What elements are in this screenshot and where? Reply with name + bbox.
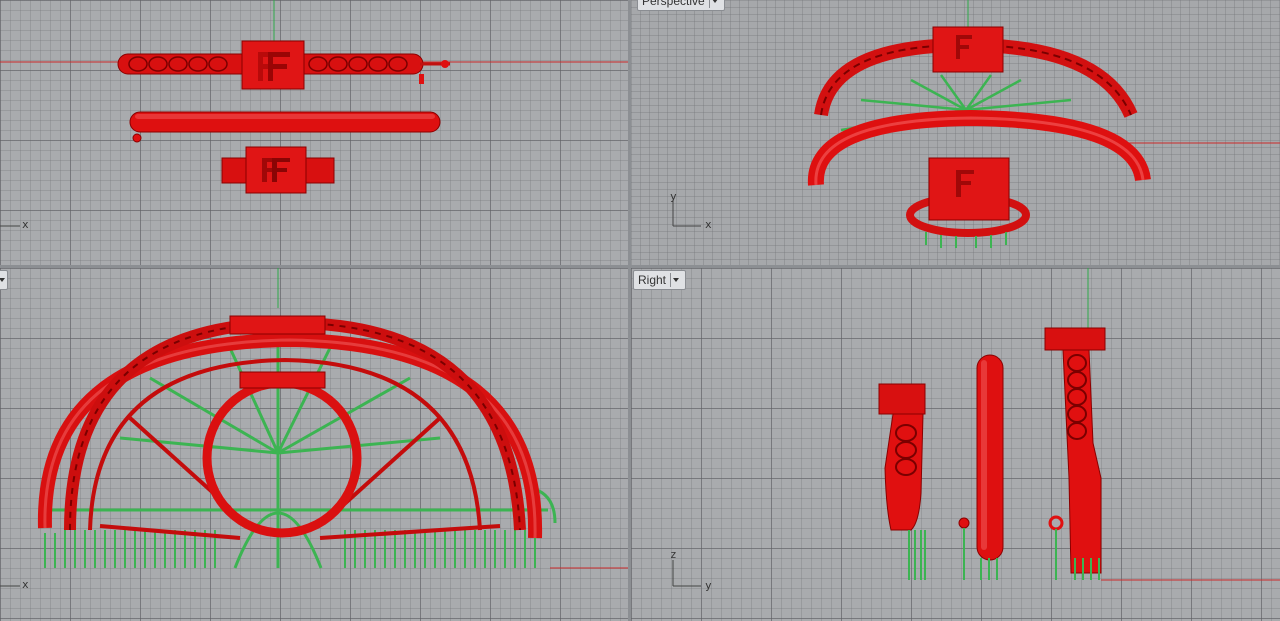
ring-perspective	[906, 157, 1030, 248]
axis-label-x: x	[705, 218, 712, 231]
axis-label-z: z	[670, 548, 677, 561]
ring-side	[878, 383, 926, 580]
axis-label-x: x	[22, 218, 29, 231]
ff-plate-top	[241, 40, 305, 90]
axis-label-y: y	[670, 190, 677, 203]
bangle-side	[958, 354, 1004, 580]
bangle-front	[37, 332, 543, 539]
top-viewport-canvas	[0, 0, 628, 227]
axis-label-x: x	[22, 578, 29, 591]
perspective-viewport[interactable]: Perspective x y	[631, 0, 1280, 265]
axis-gizmo-perspective	[672, 200, 701, 227]
axis-label-y: y	[705, 579, 712, 592]
chain-bracelet-side	[1044, 327, 1106, 580]
right-viewport[interactable]: Right y z	[631, 268, 1280, 621]
axis-gizmo-right	[672, 560, 701, 587]
right-viewport-canvas	[672, 268, 1280, 587]
ring-top	[221, 146, 335, 194]
top-viewport[interactable]: x	[0, 0, 628, 265]
bangle-top	[129, 111, 441, 143]
perspective-viewport-canvas	[672, 0, 1280, 248]
front-viewport-canvas	[0, 268, 628, 587]
front-viewport[interactable]: x	[0, 268, 628, 621]
